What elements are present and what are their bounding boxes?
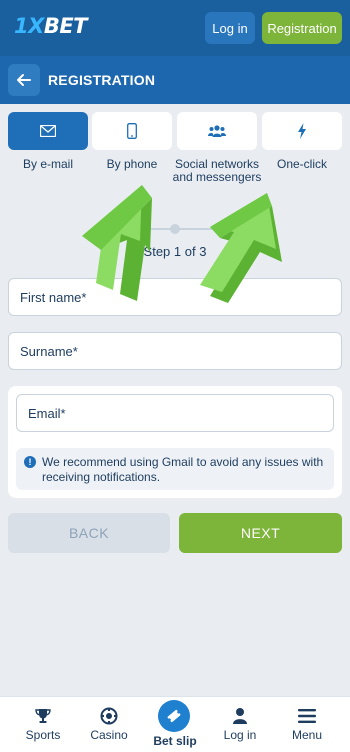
method-email-button[interactable] [8, 112, 88, 150]
hamburger-menu-icon [298, 709, 316, 723]
first-name-placeholder: First name* [20, 289, 87, 305]
nav-login-label: Log in [223, 728, 257, 742]
bet-slip-label: Bet slip [153, 734, 197, 748]
info-text: We recommend using Gmail to avoid any is… [42, 455, 324, 484]
registration-button[interactable]: Registration [262, 12, 342, 44]
method-social-label: Social networks and messengers [172, 157, 262, 184]
casino-chip-icon [100, 707, 118, 725]
next-button[interactable]: NEXT [179, 513, 342, 553]
brand-logo[interactable]: 1XBET [14, 14, 88, 38]
trophy-icon [35, 709, 51, 723]
logo-suffix: BET [43, 14, 88, 38]
user-icon [233, 708, 247, 724]
surname-placeholder: Surname* [20, 343, 78, 359]
bet-slip-button[interactable] [158, 700, 190, 732]
back-button[interactable]: BACK [8, 513, 170, 553]
nav-menu-label: Menu [291, 728, 323, 742]
lightning-icon [298, 123, 306, 139]
nav-sports[interactable]: Sports [8, 707, 78, 742]
ticket-icon [167, 709, 181, 723]
method-email-label: By e-mail [22, 157, 73, 171]
method-social-button[interactable] [177, 112, 257, 150]
step-dot-2 [170, 224, 180, 234]
info-icon: ! [24, 456, 36, 468]
method-phone-button[interactable] [92, 112, 172, 150]
page-title: REGISTRATION [48, 72, 156, 88]
login-button[interactable]: Log in [205, 12, 255, 44]
step-dot-3 [228, 224, 238, 234]
nav-menu[interactable]: Menu [272, 707, 342, 742]
phone-icon [127, 123, 137, 139]
method-phone-label: By phone [106, 157, 158, 171]
nav-casino-label: Casino [90, 728, 128, 742]
method-one-click-button[interactable] [262, 112, 342, 150]
first-name-field[interactable]: First name* [8, 278, 342, 316]
email-field[interactable]: Email* [16, 394, 334, 432]
top-bar: 1XBET Log in Registration [0, 0, 350, 56]
step-indicator-text: Step 1 of 3 [143, 244, 207, 259]
nav-casino[interactable]: Casino [74, 707, 144, 742]
step-dot-1 [113, 224, 123, 234]
page-header: REGISTRATION [0, 56, 350, 104]
logo-prefix: 1X [14, 14, 44, 38]
email-placeholder: Email* [28, 405, 66, 421]
gmail-recommendation: ! We recommend using Gmail to avoid any … [16, 448, 334, 490]
nav-sports-label: Sports [25, 728, 61, 742]
envelope-icon [40, 125, 56, 137]
arrow-left-icon [17, 74, 31, 86]
back-arrow-button[interactable] [8, 64, 40, 96]
nav-login[interactable]: Log in [205, 707, 275, 742]
surname-field[interactable]: Surname* [8, 332, 342, 370]
method-one-click-label: One-click [276, 157, 327, 171]
people-icon [208, 125, 226, 137]
